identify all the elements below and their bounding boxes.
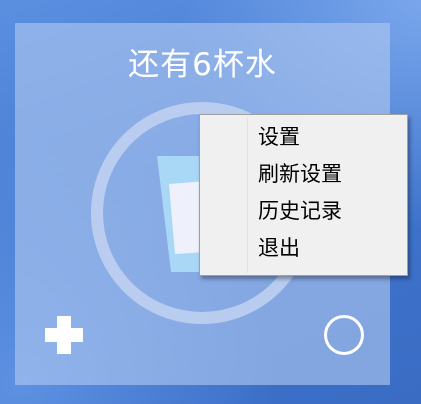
menu-item-settings[interactable]: 设置 <box>202 119 405 156</box>
plus-icon <box>45 316 83 354</box>
menu-item-refresh-settings[interactable]: 刷新设置 <box>202 156 405 193</box>
reset-button[interactable] <box>322 313 366 357</box>
context-menu: 设置 刷新设置 历史记录 退出 <box>199 114 408 276</box>
remaining-cups-title: 还有6杯水 <box>128 47 277 83</box>
add-cup-button[interactable] <box>42 313 86 357</box>
context-menu-list: 设置 刷新设置 历史记录 退出 <box>202 119 405 267</box>
menu-item-history[interactable]: 历史记录 <box>202 193 405 230</box>
menu-item-exit[interactable]: 退出 <box>202 230 405 267</box>
circle-icon <box>324 315 364 355</box>
